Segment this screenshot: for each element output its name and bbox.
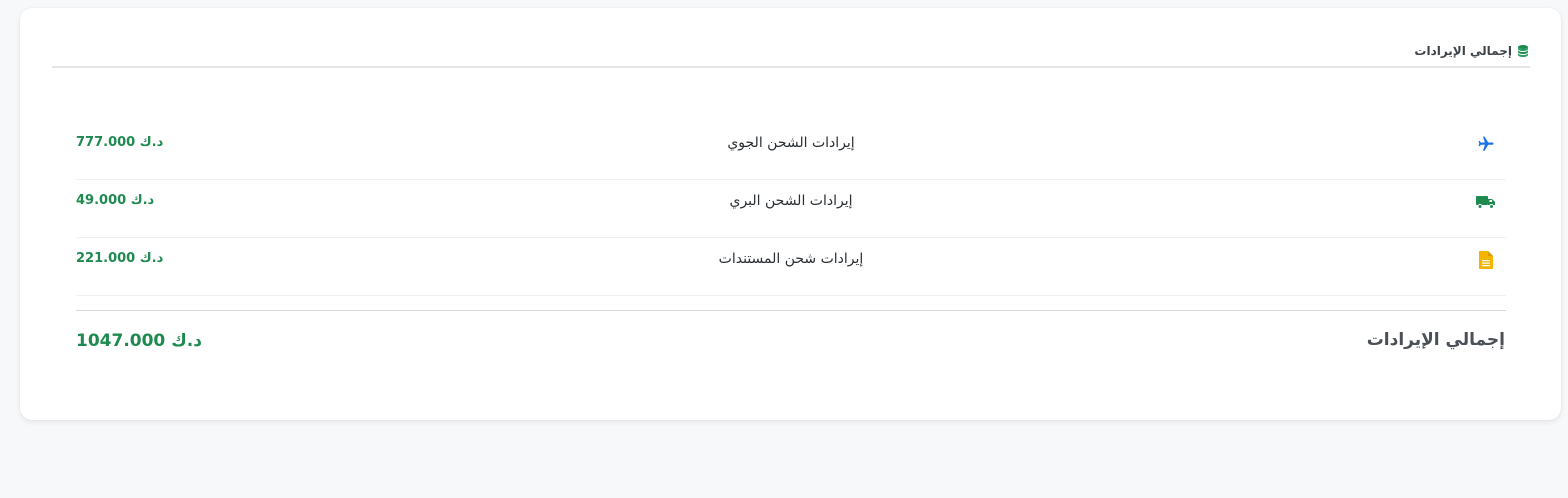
- total-divider: [76, 310, 1506, 311]
- revenue-label: إيرادات الشحن الجوي: [727, 135, 855, 151]
- revenue-label: إيرادات الشحن البري: [729, 193, 853, 209]
- revenue-label: إيرادات شحن المستندات: [718, 251, 864, 267]
- coins-icon: [1516, 44, 1530, 58]
- revenue-row-land: إيرادات الشحن البري 49.000 د.ك: [76, 180, 1506, 238]
- total-label: إجمالي الإيرادات: [1366, 330, 1505, 350]
- revenue-card: إجمالي الإيرادات إيرادات الشحن الجوي 777…: [20, 8, 1561, 420]
- revenue-value: 221.000 د.ك: [76, 251, 164, 266]
- revenue-row-documents: إيرادات شحن المستندات 221.000 د.ك: [76, 238, 1506, 296]
- revenue-value: 49.000 د.ك: [76, 193, 155, 208]
- card-header: إجمالي الإيرادات: [52, 36, 1530, 68]
- revenue-row-air: إيرادات الشحن الجوي 777.000 د.ك: [76, 122, 1506, 180]
- card-title: إجمالي الإيرادات: [1414, 44, 1512, 58]
- revenue-list: إيرادات الشحن الجوي 777.000 د.ك إيرادات …: [76, 122, 1506, 296]
- total-value: 1047.000 د.ك: [76, 331, 202, 351]
- revenue-value: 777.000 د.ك: [76, 135, 164, 150]
